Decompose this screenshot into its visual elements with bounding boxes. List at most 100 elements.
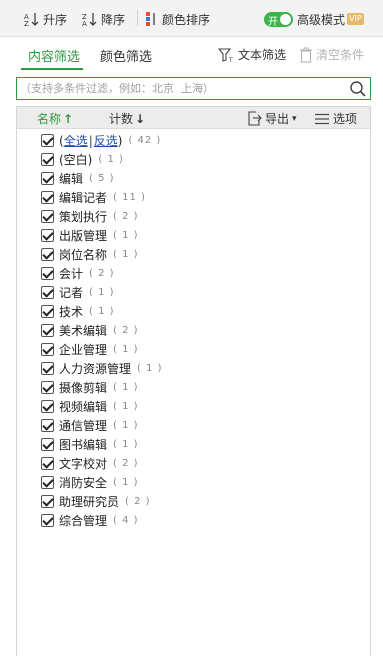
list-item[interactable]: 策划执行 ( 2 ): [41, 207, 163, 226]
item-count: ( 1 ): [113, 477, 139, 488]
filter-search-box: [16, 77, 371, 100]
funnel-icon: T: [218, 47, 233, 63]
list-item[interactable]: 岗位名称 ( 1 ): [41, 245, 163, 264]
list-item[interactable]: 技术 ( 1 ): [41, 302, 163, 321]
advanced-mode-toggle[interactable]: 开: [264, 12, 293, 28]
item-label: 助理研究员: [59, 495, 120, 509]
filter-search-input[interactable]: [20, 80, 340, 97]
item-checkbox[interactable]: [41, 495, 54, 508]
item-checkbox[interactable]: [41, 267, 54, 280]
select-all-link[interactable]: 全选: [64, 132, 88, 149]
sort-by-count-label: 计数: [109, 112, 134, 126]
item-label: 综合管理: [59, 514, 108, 528]
list-item[interactable]: 编辑记者 ( 11 ): [41, 188, 163, 207]
text-filter-button[interactable]: T 文本筛选: [218, 46, 286, 63]
list-item[interactable]: 消防安全 ( 1 ): [41, 473, 163, 492]
list-item[interactable]: 助理研究员 ( 2 ): [41, 492, 163, 511]
value-list-panel: 名称 ↑ 计数 ↓ 导出 ▾ 选项 (全选 | 反选) (42) (空白…: [16, 106, 371, 656]
svg-text:T: T: [228, 57, 233, 63]
sort-descending-button[interactable]: Z A 降序: [82, 10, 125, 28]
item-label: 图书编辑: [59, 438, 108, 452]
item-checkbox[interactable]: [41, 419, 54, 432]
item-checkbox[interactable]: [41, 324, 54, 337]
item-count: ( 5 ): [89, 173, 115, 184]
list-item[interactable]: 出版管理 ( 1 ): [41, 226, 163, 245]
item-label: 文字校对: [59, 457, 108, 471]
options-button[interactable]: 选项: [315, 110, 357, 127]
export-icon: [248, 111, 262, 126]
item-checkbox[interactable]: [41, 210, 54, 223]
sort-ascending-button[interactable]: A Z 升序: [24, 10, 67, 28]
list-item[interactable]: (空白) ( 1 ): [41, 150, 163, 169]
sort-ascending-label: 升序: [43, 12, 68, 27]
item-count: ( 1 ): [113, 230, 139, 241]
tab-color-filter[interactable]: 颜色筛选: [100, 46, 152, 65]
sort-ascending-icon: A Z: [24, 13, 39, 27]
svg-text:A: A: [82, 20, 87, 27]
color-sort-button[interactable]: 颜色排序: [144, 10, 210, 28]
item-count: ( 11 ): [113, 192, 146, 203]
item-checkbox[interactable]: [41, 343, 54, 356]
text-filter-label: 文本筛选: [238, 48, 287, 62]
item-label: 编辑记者: [59, 191, 108, 205]
color-sort-label: 颜色排序: [162, 12, 211, 27]
item-checkbox[interactable]: [41, 286, 54, 299]
list-item[interactable]: 摄像剪辑 ( 1 ): [41, 378, 163, 397]
item-checkbox[interactable]: [41, 248, 54, 261]
item-label: 会计: [59, 267, 84, 281]
list-item[interactable]: 人力资源管理 ( 1 ): [41, 359, 163, 378]
item-checkbox[interactable]: [41, 457, 54, 470]
export-label: 导出: [265, 112, 290, 126]
list-item[interactable]: 通信管理 ( 1 ): [41, 416, 163, 435]
item-checkbox[interactable]: [41, 438, 54, 451]
clear-conditions-button[interactable]: 清空条件: [299, 46, 364, 63]
list-item[interactable]: 企业管理 ( 1 ): [41, 340, 163, 359]
item-checkbox[interactable]: [41, 514, 54, 527]
value-list: ( 全选 | 反选 ) ( 42 ) (空白)( 1 ) 编辑( 5 ) 编辑记者(…: [41, 131, 163, 530]
active-tab-indicator: [21, 68, 83, 70]
item-checkbox[interactable]: [41, 153, 54, 166]
item-label: 美术编辑: [59, 324, 108, 338]
toolbar-divider: [137, 10, 138, 26]
export-button[interactable]: 导出 ▾: [247, 110, 297, 127]
item-label: 消防安全: [59, 476, 108, 490]
item-label: 通信管理: [59, 419, 108, 433]
list-item[interactable]: 视频编辑 ( 1 ): [41, 397, 163, 416]
advanced-mode-label: 高级模式: [297, 12, 346, 27]
search-icon[interactable]: [349, 80, 367, 98]
item-count: ( 4 ): [113, 515, 139, 526]
select-all-checkbox[interactable]: [41, 134, 54, 147]
item-rows: (空白) ( 1 ) 编辑 ( 5 ) 编辑记者 ( 11 ) 策划执行 ( 2 ) 出版管理 (…: [41, 150, 163, 530]
item-label: 记者: [59, 286, 84, 300]
item-count: ( 1 ): [113, 420, 139, 431]
item-label: (空白): [59, 153, 93, 167]
item-count: ( 1 ): [89, 306, 115, 317]
item-count: ( 2 ): [89, 268, 115, 279]
item-count: ( 1 ): [98, 154, 124, 165]
list-item[interactable]: 图书编辑 ( 1 ): [41, 435, 163, 454]
item-label: 人力资源管理: [59, 362, 132, 376]
item-checkbox[interactable]: [41, 476, 54, 489]
list-item[interactable]: 文字校对 ( 2 ): [41, 454, 163, 473]
item-checkbox[interactable]: [41, 400, 54, 413]
tab-content-filter[interactable]: 内容筛选: [28, 46, 80, 65]
item-checkbox[interactable]: [41, 362, 54, 375]
item-checkbox[interactable]: [41, 191, 54, 204]
item-count: ( 2 ): [113, 458, 139, 469]
list-item[interactable]: 会计 ( 2 ): [41, 264, 163, 283]
list-item[interactable]: 编辑 ( 5 ): [41, 169, 163, 188]
item-checkbox[interactable]: [41, 381, 54, 394]
sort-by-name-button[interactable]: 名称 ↑: [37, 110, 73, 127]
sort-by-count-button[interactable]: 计数 ↓: [109, 110, 145, 127]
list-item[interactable]: 记者 ( 1 ): [41, 283, 163, 302]
item-count: ( 2 ): [125, 496, 151, 507]
item-checkbox[interactable]: [41, 229, 54, 242]
sort-by-name-label: 名称: [37, 112, 62, 126]
item-checkbox[interactable]: [41, 172, 54, 185]
list-item[interactable]: 美术编辑 ( 2 ): [41, 321, 163, 340]
arrow-down-icon: ↓: [135, 111, 146, 126]
invert-selection-link[interactable]: 反选: [94, 132, 118, 149]
total-count: ( 42 ): [128, 135, 162, 146]
list-item[interactable]: 综合管理 ( 4 ): [41, 511, 163, 530]
item-checkbox[interactable]: [41, 305, 54, 318]
